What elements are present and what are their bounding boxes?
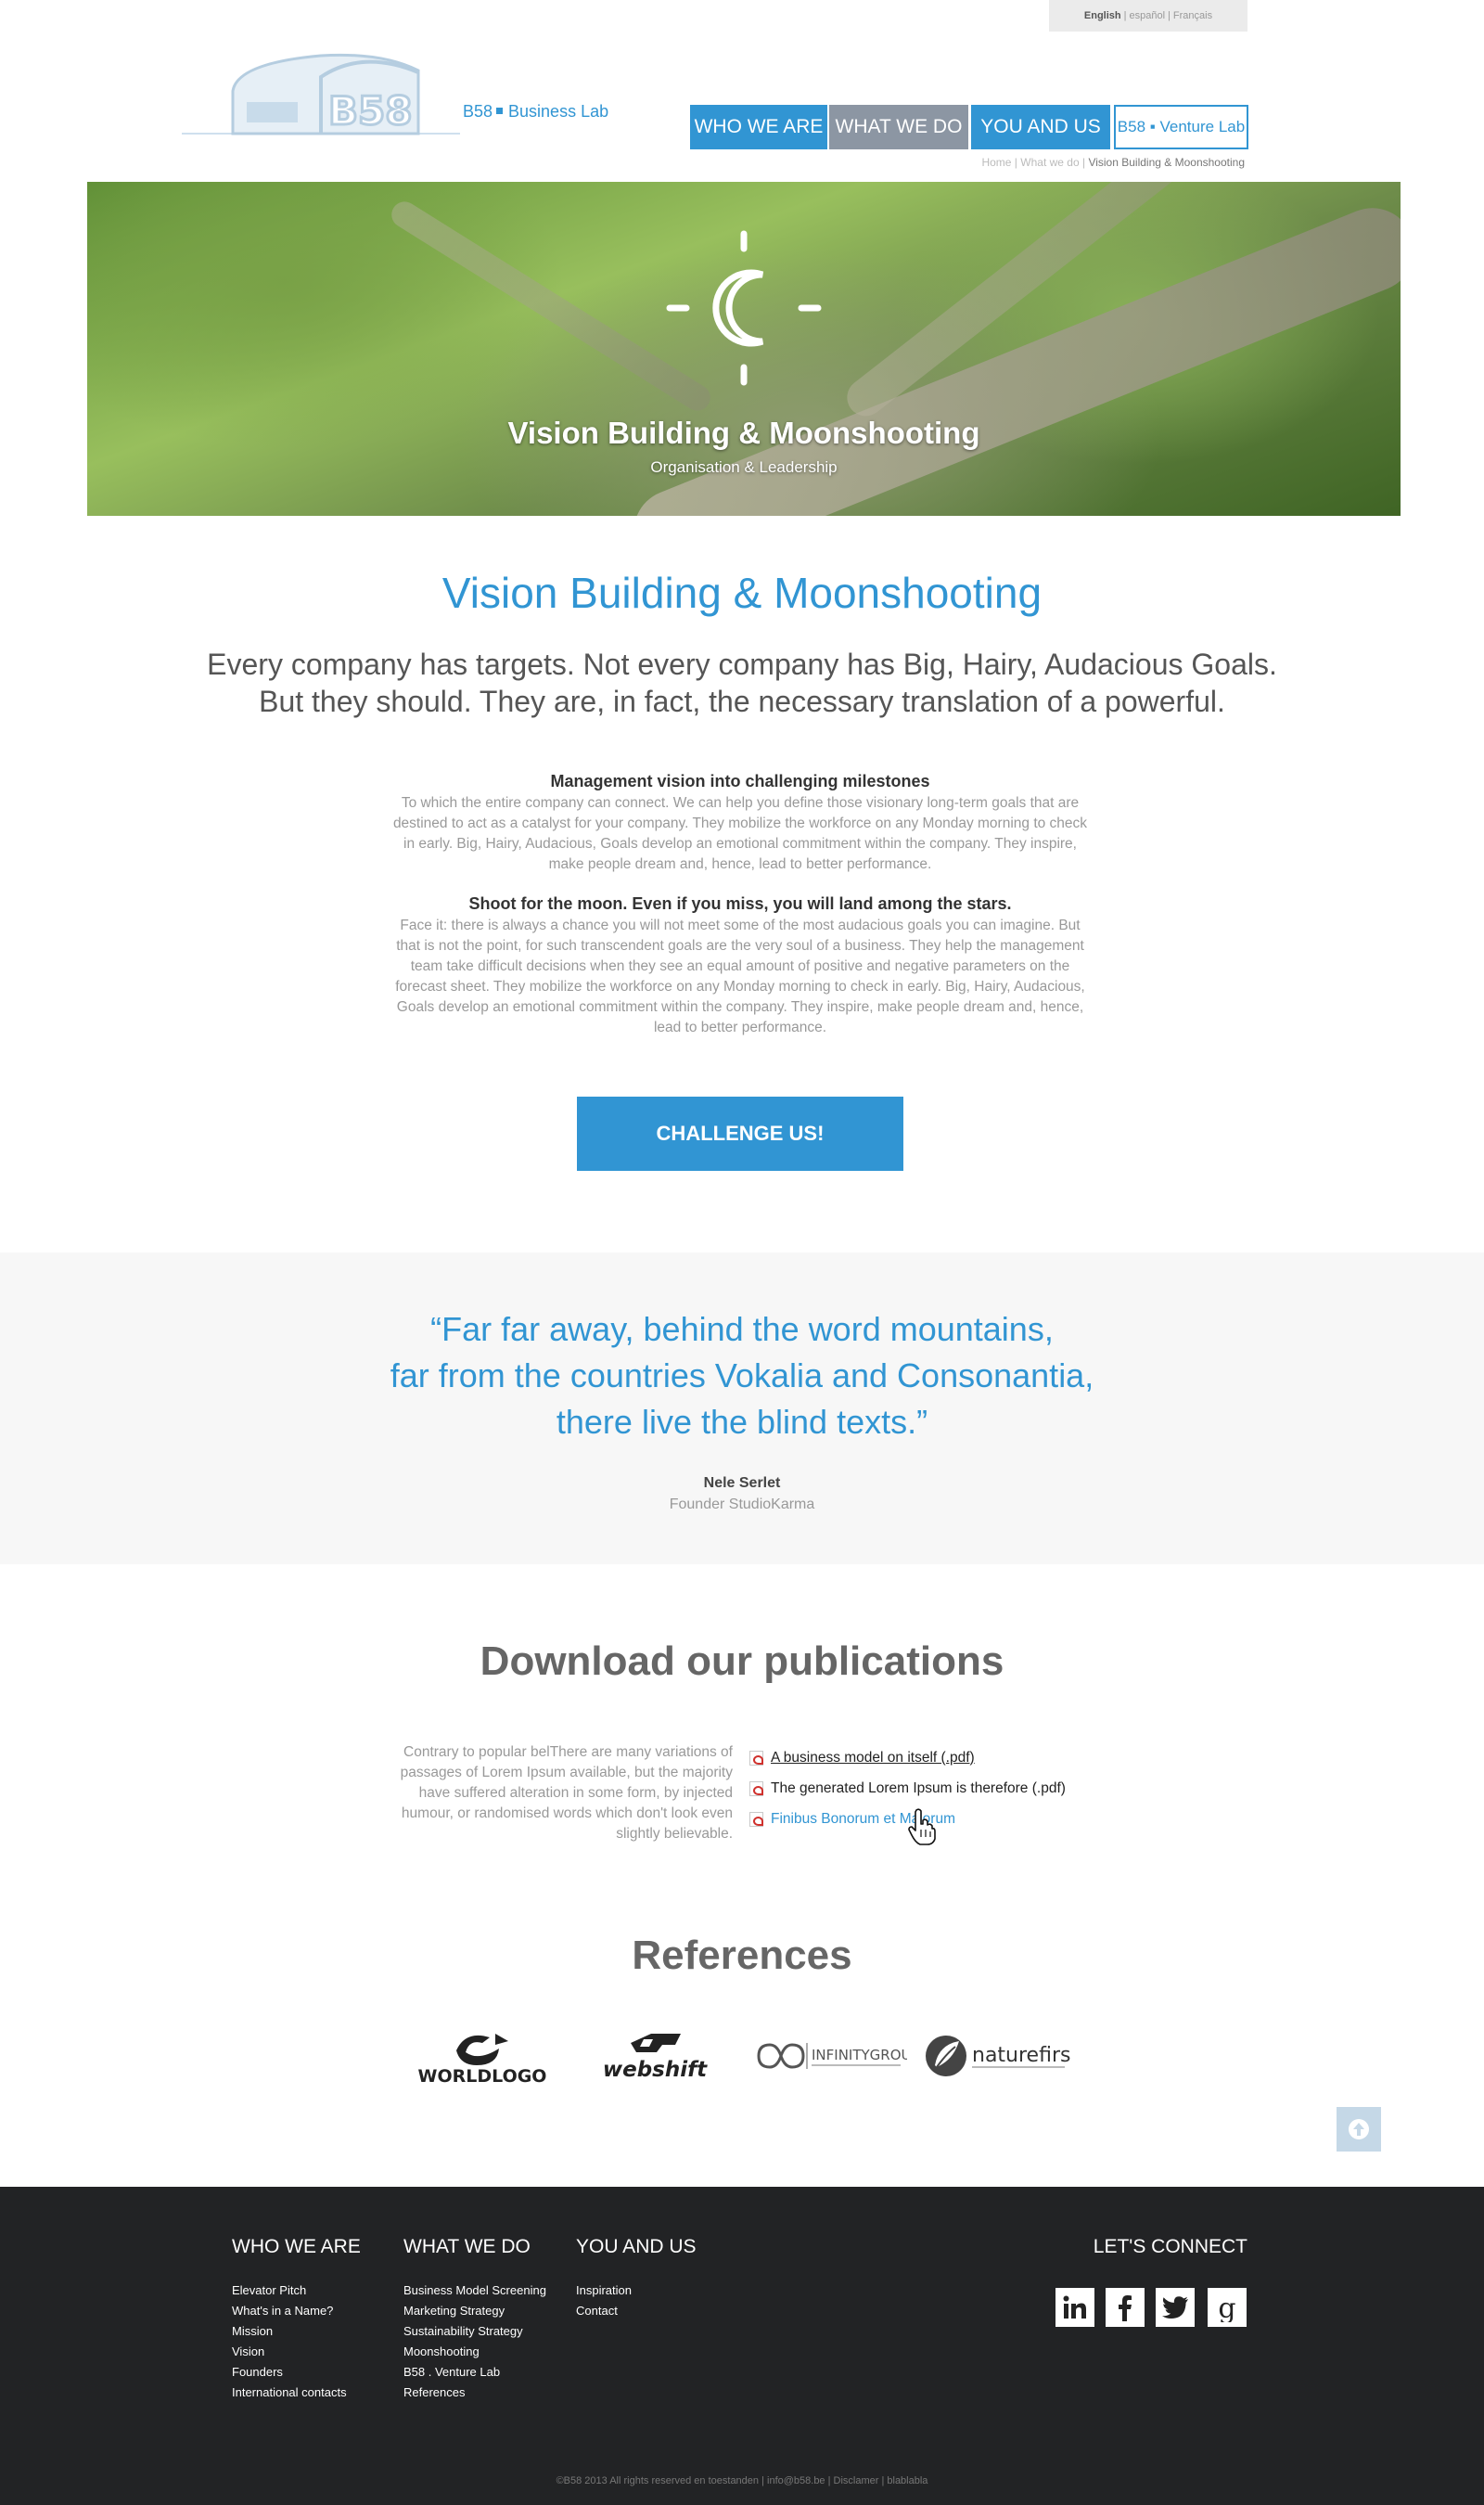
lets-connect-heading: LET'S CONNECT bbox=[1093, 2236, 1247, 2257]
hand-cursor-icon bbox=[908, 1808, 936, 1845]
publications-description: Contrary to popular belThere are many va… bbox=[400, 1744, 733, 1842]
lang-english[interactable]: English bbox=[1084, 10, 1121, 21]
footer-link[interactable]: Sustainability Strategy bbox=[403, 2321, 546, 2342]
arrow-up-icon bbox=[1349, 2119, 1369, 2139]
worldlogo-logo-icon[interactable]: WORLDLOGO bbox=[417, 2023, 547, 2088]
linkedin-icon bbox=[1063, 2295, 1086, 2319]
footer-column-who: WHO WE ARE Elevator Pitch What's in a Na… bbox=[232, 2236, 361, 2403]
pdf-icon bbox=[749, 1780, 763, 1796]
quote-author: Nele Serlet bbox=[703, 1475, 781, 1491]
google-plus-icon: g bbox=[1218, 2293, 1235, 2322]
brand-name-right: Business Lab bbox=[508, 102, 609, 121]
pdf-icon bbox=[749, 1811, 763, 1827]
publications-title: Download our publications bbox=[480, 1638, 1004, 1684]
twitter-icon bbox=[1162, 2296, 1188, 2319]
footer-heading: YOU AND US bbox=[576, 2236, 697, 2257]
content-block: Shoot for the moon. Even if you miss, yo… bbox=[390, 894, 1091, 1038]
breadcrumb-section[interactable]: What we do bbox=[1020, 156, 1079, 169]
naturefirst-text: naturefirst bbox=[972, 2044, 1070, 2067]
footer-link[interactable]: Founders bbox=[232, 2362, 361, 2383]
breadcrumb: Home | What we do | Vision Building & Mo… bbox=[981, 156, 1245, 169]
hero-subtitle: Organisation & Leadership bbox=[650, 458, 838, 476]
hero-title: Vision Building & Moonshooting bbox=[507, 416, 980, 450]
footer-link[interactable]: B58 . Venture Lab bbox=[403, 2362, 546, 2383]
testimonial-quote: “Far far away, behind the word mountains… bbox=[186, 1306, 1298, 1445]
quote-author-role: Founder StudioKarma bbox=[669, 1497, 815, 1512]
block-text: To which the entire company can connect.… bbox=[392, 795, 1088, 872]
footer-column-what: WHAT WE DO Business Model Screening Mark… bbox=[403, 2236, 546, 2403]
block-heading: Shoot for the moon. Even if you miss, yo… bbox=[468, 894, 1012, 913]
footer-link[interactable]: Marketing Strategy bbox=[403, 2301, 546, 2321]
back-to-top-button[interactable] bbox=[1337, 2107, 1381, 2152]
challenge-us-button[interactable]: CHALLENGE US! bbox=[577, 1097, 903, 1171]
naturefirst-logo-icon[interactable]: naturefirst bbox=[922, 2023, 1070, 2088]
content-block: Management vision into challenging miles… bbox=[390, 772, 1091, 875]
footer-heading: WHAT WE DO bbox=[403, 2236, 531, 2257]
publication-link[interactable]: The generated Lorem Ipsum is therefore (… bbox=[749, 1773, 1066, 1804]
brand-square-icon bbox=[496, 108, 504, 114]
footer-link[interactable]: Vision bbox=[232, 2342, 361, 2362]
footer-column-you: YOU AND US Inspiration Contact bbox=[576, 2236, 697, 2321]
quote-line: there live the blind texts.” bbox=[556, 1403, 928, 1441]
svg-text:B58: B58 bbox=[328, 88, 412, 134]
lang-french[interactable]: Français bbox=[1173, 10, 1212, 21]
language-switcher: English | español | Français bbox=[1049, 0, 1247, 32]
footer-link[interactable]: Contact bbox=[576, 2301, 697, 2321]
nav-you-and-us[interactable]: YOU AND US bbox=[971, 105, 1110, 149]
footer-link[interactable]: Moonshooting bbox=[403, 2342, 546, 2362]
lead-text: Every company has targets. Not every com… bbox=[207, 648, 1277, 718]
lang-divider: | bbox=[1123, 10, 1127, 21]
facebook-button[interactable] bbox=[1106, 2288, 1145, 2327]
lang-divider: | bbox=[1168, 10, 1171, 21]
footer-link[interactable]: Mission bbox=[232, 2321, 361, 2342]
worldlogo-mark-icon: WORLDLOGO bbox=[418, 2034, 547, 2086]
block-text: Face it: there is always a chance you wi… bbox=[395, 918, 1085, 1035]
nav-who-we-are[interactable]: WHO WE ARE bbox=[690, 105, 827, 149]
nav-what-we-do[interactable]: WHAT WE DO bbox=[829, 105, 968, 149]
lang-spanish[interactable]: español bbox=[1130, 10, 1166, 21]
twitter-button[interactable] bbox=[1156, 2288, 1195, 2327]
google-plus-button[interactable]: g bbox=[1208, 2288, 1247, 2327]
webshift-mark-icon: webshift bbox=[603, 2034, 708, 2082]
moon-sun-icon bbox=[666, 230, 822, 386]
svg-text:g: g bbox=[1218, 2293, 1235, 2322]
publication-label: A business model on itself (.pdf) bbox=[771, 1749, 975, 1766]
publication-label: The generated Lorem Ipsum is therefore (… bbox=[771, 1779, 1066, 1796]
references-title: References bbox=[632, 1933, 852, 1978]
copyright-text: ©B58 2013 All rights reserved en toestan… bbox=[556, 2475, 928, 2486]
footer-link[interactable]: What's in a Name? bbox=[232, 2301, 361, 2321]
footer-heading: WHO WE ARE bbox=[232, 2236, 361, 2257]
b58-logo-icon[interactable]: B58 bbox=[182, 45, 460, 143]
infinitygroup-text: INFINITYGROUP bbox=[812, 2047, 907, 2063]
footer-link[interactable]: References bbox=[403, 2383, 546, 2403]
quote-line: far from the countries Vokalia and Conso… bbox=[390, 1356, 1094, 1394]
nav-venture-lab[interactable]: B58 ▪ Venture Lab bbox=[1114, 105, 1248, 149]
quote-line: “Far far away, behind the word mountains… bbox=[430, 1310, 1054, 1348]
footer-link[interactable]: Elevator Pitch bbox=[232, 2280, 361, 2301]
brand-name[interactable]: B58 Business Lab bbox=[463, 102, 608, 122]
brand-name-left: B58 bbox=[463, 102, 493, 121]
linkedin-button[interactable] bbox=[1055, 2288, 1094, 2327]
breadcrumb-home[interactable]: Home bbox=[981, 156, 1011, 169]
naturefirst-mark-icon: naturefirst bbox=[926, 2036, 1070, 2076]
infinitygroup-logo-icon[interactable]: INFINITYGROUP bbox=[749, 2023, 907, 2088]
hero-banner: Vision Building & Moonshooting Organisat… bbox=[87, 182, 1401, 516]
breadcrumb-current: Vision Building & Moonshooting bbox=[1088, 156, 1245, 169]
publication-link[interactable]: A business model on itself (.pdf) bbox=[749, 1742, 1066, 1773]
webshift-text: webshift bbox=[603, 2058, 708, 2082]
block-heading: Management vision into challenging miles… bbox=[550, 772, 930, 790]
webshift-logo-icon[interactable]: webshift bbox=[590, 2023, 720, 2088]
infinitygroup-mark-icon: INFINITYGROUP bbox=[757, 2043, 907, 2069]
page-title: Vision Building & Moonshooting bbox=[441, 569, 1043, 617]
footer-link[interactable]: Business Model Screening bbox=[403, 2280, 546, 2301]
footer-link[interactable]: Inspiration bbox=[576, 2280, 697, 2301]
facebook-icon bbox=[1119, 2295, 1132, 2321]
pdf-icon bbox=[749, 1750, 763, 1766]
footer-link[interactable]: International contacts bbox=[232, 2383, 361, 2403]
worldlogo-text: WORLDLOGO bbox=[418, 2066, 547, 2086]
footer bbox=[0, 2187, 1484, 2505]
